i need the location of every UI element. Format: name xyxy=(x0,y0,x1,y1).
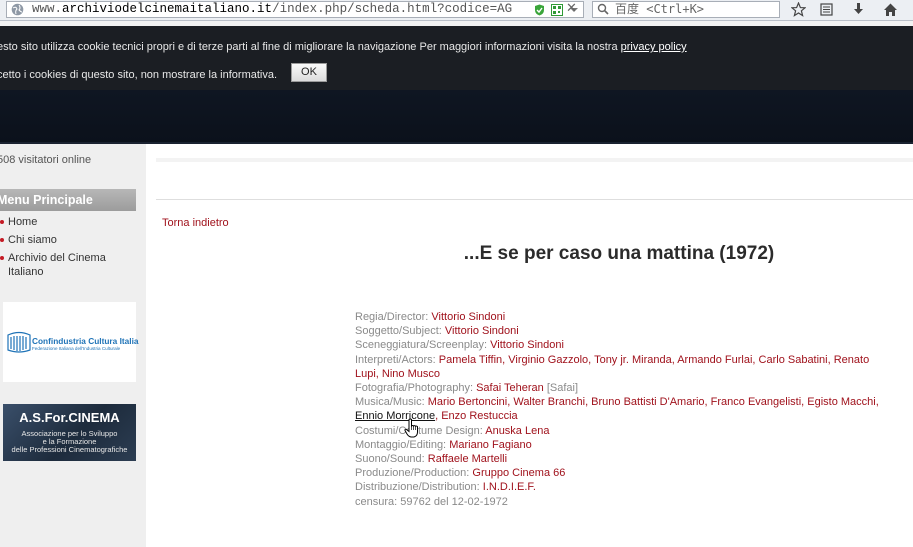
asforcinema-banner[interactable]: A.S.For.CINEMA Associazione per lo Svilu… xyxy=(3,404,136,461)
bullet-icon xyxy=(0,238,4,242)
credit-value[interactable]: Vittorio Sindoni xyxy=(431,311,505,323)
back-link[interactable]: Torna indietro xyxy=(162,217,229,229)
menu-item-label: Archivio del Cinema Italiano xyxy=(8,252,106,278)
credit-value[interactable]: Mario Bertoncini, Walter Branchi, Bruno … xyxy=(428,396,879,408)
credit-label: Suono/Sound: xyxy=(355,453,425,466)
credit-value[interactable]: Pamela Tiffin, Virginio Gazzolo, Tony jr… xyxy=(439,354,869,366)
credits-list: Regia/Director: Vittorio Sindoni Soggett… xyxy=(355,310,890,509)
url-text: www.archiviodelcinemaitaliano.it/index.p… xyxy=(32,2,512,17)
menu-item-home[interactable]: Home xyxy=(0,215,136,229)
credit-label: Regia/Director: xyxy=(355,311,429,323)
credit-value[interactable]: Anuska Lena xyxy=(485,425,549,437)
credit-label: Sceneggiatura/Screenplay: xyxy=(355,339,488,352)
cookie-accept-text: cetto i cookies di questo sito, non most… xyxy=(0,69,278,81)
main-content: Torna indietro ...E se per caso una matt… xyxy=(146,144,913,547)
credit-value[interactable]: Safai Teheran xyxy=(476,382,544,394)
credit-screenplay: Sceneggiatura/Screenplay: Vittorio Sindo… xyxy=(355,338,890,352)
menu-item-label: Home xyxy=(8,216,38,228)
film-title: ...E se per caso una mattina (1972) xyxy=(463,243,775,264)
credit-value-hovered[interactable]: Ennio Morricone xyxy=(355,410,435,422)
home-icon[interactable] xyxy=(883,2,898,17)
hand-cursor-icon xyxy=(404,418,418,438)
ok-button[interactable]: OK xyxy=(291,63,327,82)
url-path: /index.php/scheda.html?codice=AG xyxy=(272,2,513,16)
divider xyxy=(156,199,913,200)
credit-value[interactable]: Gruppo Cinema 66 xyxy=(472,467,565,479)
banner1-subtitle: Federazione Italiana dell'Industria Cult… xyxy=(32,346,121,351)
divider xyxy=(156,158,913,162)
credit-subject: Soggetto/Subject: Vittorio Sindoni xyxy=(355,324,890,338)
credit-value[interactable]: Lupi, Nino Musco xyxy=(355,368,440,380)
credit-value[interactable]: Mariano Fagiano xyxy=(449,439,532,451)
credit-production: Produzione/Production: Gruppo Cinema 66 xyxy=(355,466,890,480)
credit-costume: Costumi/Costume Design: Anuska Lena xyxy=(355,424,890,438)
credit-note: [Safai] xyxy=(546,382,579,395)
browser-toolbar: www.archiviodelcinemaitaliano.it/index.p… xyxy=(0,0,913,21)
credit-distribution: Distribuzione/Distribution: I.N.D.I.E.F. xyxy=(355,480,890,494)
bullet-icon xyxy=(0,220,4,224)
banner2-line: delle Professioni Cinematografiche xyxy=(11,445,128,454)
menu-item-archivio[interactable]: Archivio del Cinema Italiano xyxy=(0,251,136,279)
url-domain: archiviodelcinemaitaliano.it xyxy=(62,2,273,16)
search-placeholder: 百度 <Ctrl+K> xyxy=(615,2,705,16)
cookie-text: esto sito utilizza cookie tecnici propri… xyxy=(0,41,618,53)
shield-icon[interactable] xyxy=(534,4,545,16)
reading-list-icon[interactable] xyxy=(819,2,834,17)
credit-value[interactable]: Raffaele Martelli xyxy=(428,453,507,465)
credit-value[interactable]: Vittorio Sindoni xyxy=(445,325,519,337)
credit-editing: Montaggio/Editing: Mariano Fagiano xyxy=(355,438,890,452)
privacy-policy-link[interactable]: privacy policy xyxy=(621,41,687,53)
banner2-title: A.S.For.CINEMA xyxy=(19,410,120,425)
credit-label: Musica/Music: xyxy=(355,396,425,409)
menu-title: Menu Principale xyxy=(0,189,136,211)
cookie-banner: esto sito utilizza cookie tecnici propri… xyxy=(0,26,913,90)
download-icon[interactable] xyxy=(851,2,866,17)
sidebar: 508 visitatori online Menu Principale Ho… xyxy=(0,144,146,547)
menu-item-chi-siamo[interactable]: Chi siamo xyxy=(0,233,136,247)
credit-label: Distribuzione/Distribution: xyxy=(355,481,480,494)
search-input[interactable]: 百度 <Ctrl+K> xyxy=(592,1,780,18)
menu-item-label: Chi siamo xyxy=(8,234,57,246)
credit-censorship: censura: 59762 del 12-02-1972 xyxy=(355,495,890,509)
credit-label: Montaggio/Editing: xyxy=(355,438,447,451)
cookie-message: esto sito utilizza cookie tecnici propri… xyxy=(0,41,687,53)
credit-actors: Interpreti/Actors: Pamela Tiffin, Virgin… xyxy=(355,353,890,381)
credit-music: Musica/Music: Mario Bertoncini, Walter B… xyxy=(355,395,890,423)
url-prefix: www. xyxy=(32,2,63,16)
credit-label: Fotografia/Photography: xyxy=(355,382,474,395)
search-icon xyxy=(597,3,609,15)
banner1-title: Confindustria Cultura Italia xyxy=(32,336,139,346)
confindustria-banner[interactable]: Confindustria Cultura Italia Federazione… xyxy=(3,302,139,382)
bullet-icon xyxy=(0,256,4,260)
close-icon[interactable]: ✕ xyxy=(566,2,577,16)
site-header xyxy=(0,90,913,144)
credit-value[interactable]: I.N.D.I.E.F. xyxy=(483,481,536,493)
credit-value: 59762 del 12-02-1972 xyxy=(400,495,508,508)
globe-icon xyxy=(11,3,24,16)
visitors-online: 508 visitatori online xyxy=(0,154,92,166)
credit-photography: Fotografia/Photography: Safai Teheran [S… xyxy=(355,381,890,395)
main-menu: Home Chi siamo Archivio del Cinema Itali… xyxy=(0,215,136,283)
credit-director: Regia/Director: Vittorio Sindoni xyxy=(355,310,890,324)
credit-value[interactable]: Vittorio Sindoni xyxy=(490,339,564,351)
credit-label: Interpreti/Actors: xyxy=(355,353,436,366)
credit-label: Soggetto/Subject: xyxy=(355,325,442,338)
credit-value[interactable]: , Enzo Restuccia xyxy=(435,410,518,422)
star-icon[interactable] xyxy=(791,2,806,17)
qr-code-icon[interactable] xyxy=(551,4,563,16)
credit-label: censura: xyxy=(355,495,398,508)
credit-label: Produzione/Production: xyxy=(355,467,470,480)
confindustria-logo-icon xyxy=(7,331,31,353)
credit-sound: Suono/Sound: Raffaele Martelli xyxy=(355,452,890,466)
address-bar[interactable]: www.archiviodelcinemaitaliano.it/index.p… xyxy=(6,1,584,18)
